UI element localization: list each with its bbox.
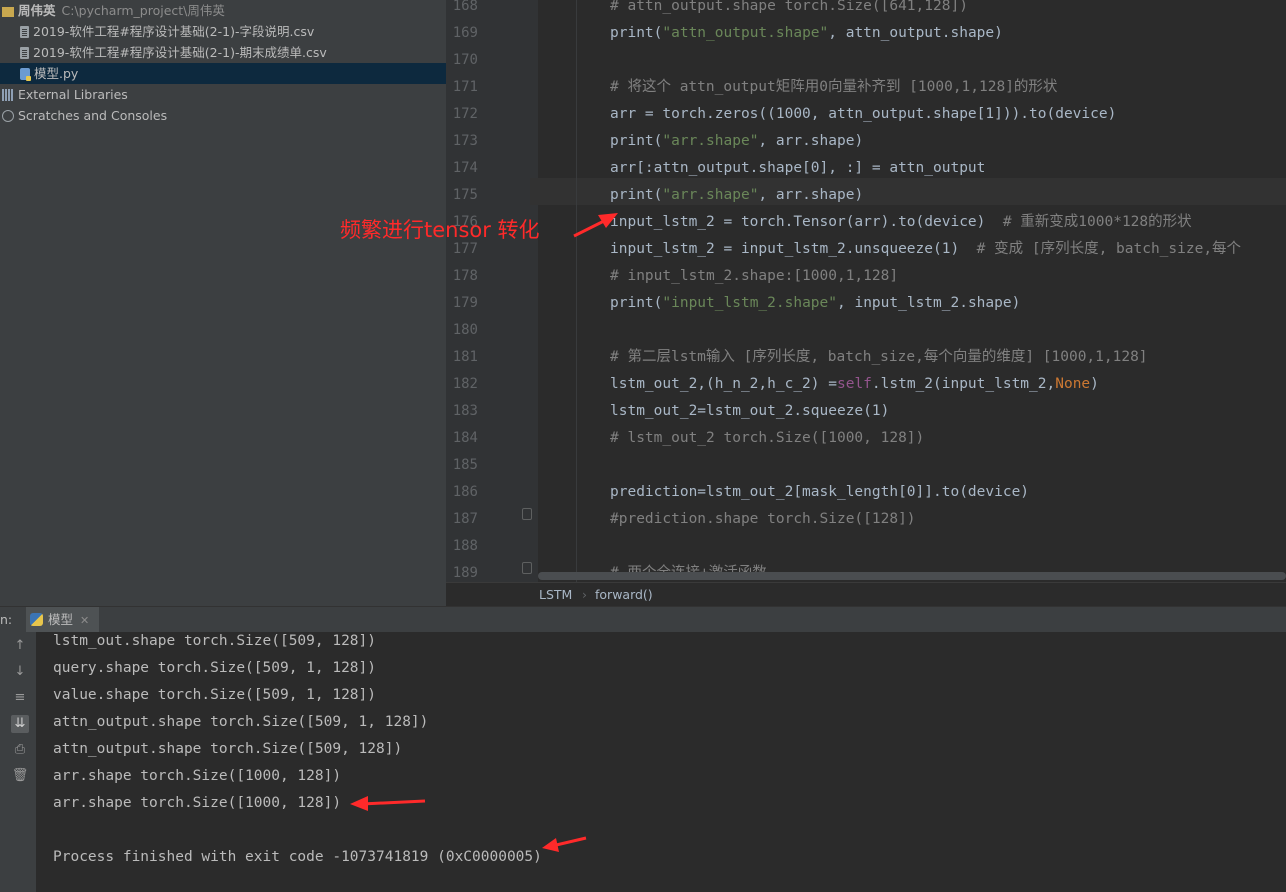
arrow-icon (598, 213, 618, 228)
annotation-arrows (350, 213, 618, 852)
arrow-icon (361, 799, 426, 806)
arrow-icon (542, 838, 559, 852)
arrow-icon (350, 796, 368, 811)
